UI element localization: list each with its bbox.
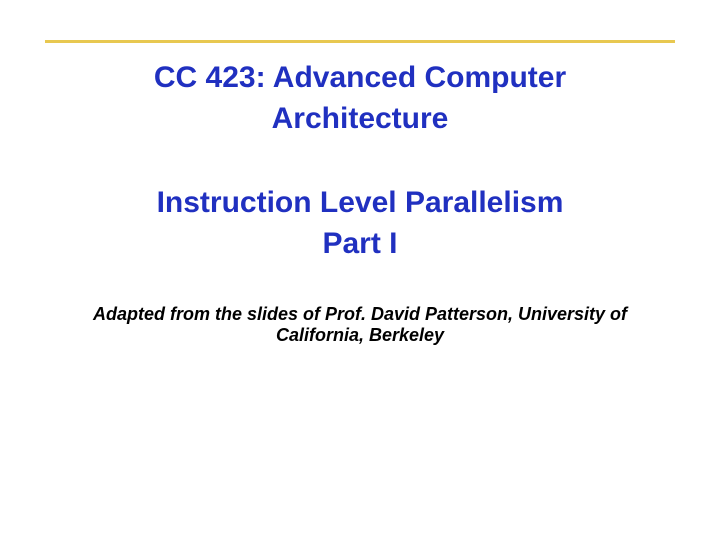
attribution-line1: Adapted from the slides of Prof. David P… <box>80 304 640 325</box>
course-title-line2: Architecture <box>0 99 720 140</box>
divider-line <box>45 40 675 43</box>
slide-content: CC 423: Advanced Computer Architecture I… <box>0 58 720 345</box>
topic-block: Instruction Level Parallelism Part I <box>0 183 720 264</box>
course-title-line1: CC 423: Advanced Computer <box>0 58 720 99</box>
attribution-line2: California, Berkeley <box>80 325 640 346</box>
topic-line1: Instruction Level Parallelism <box>0 183 720 224</box>
attribution-block: Adapted from the slides of Prof. David P… <box>0 304 720 345</box>
topic-line2: Part I <box>0 224 720 265</box>
